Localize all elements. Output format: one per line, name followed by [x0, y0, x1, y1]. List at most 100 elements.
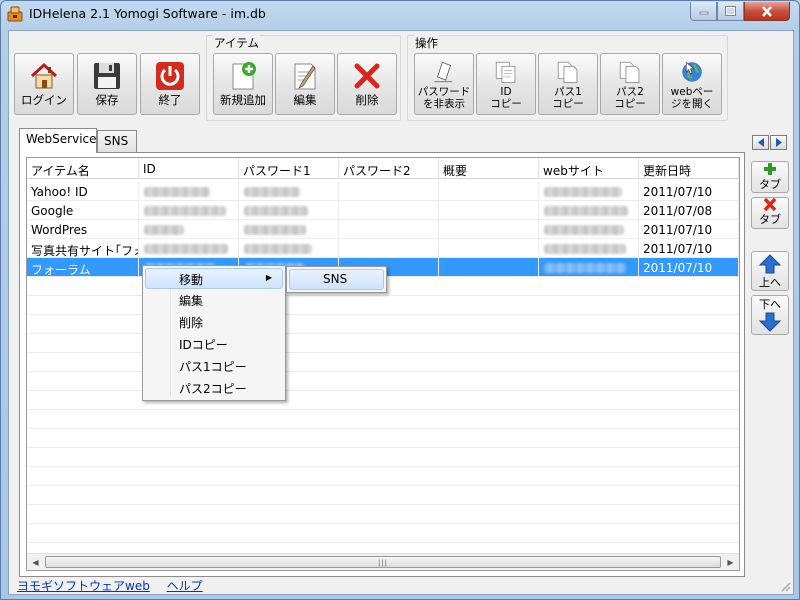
table-row[interactable]: Google 2011/07/08	[27, 201, 739, 220]
move-up-button[interactable]: 上へ	[751, 251, 789, 291]
maximize-icon	[725, 6, 736, 16]
close-icon	[762, 5, 772, 17]
cell-website	[539, 258, 639, 277]
arrow-left-icon	[757, 138, 764, 147]
cell-name: フォーラム	[27, 258, 139, 277]
horizontal-scrollbar[interactable]: ◀ ||| ▶	[27, 553, 739, 570]
column-header-name[interactable]: アイテム名	[27, 158, 139, 179]
cell-password1	[239, 220, 339, 239]
menu-item-copy-pass1[interactable]: パス1コピー	[145, 355, 283, 376]
copy-icon	[619, 61, 640, 83]
minimize-button[interactable]	[690, 2, 717, 21]
cell-password1	[239, 201, 339, 220]
table-row[interactable]: WordPres 2011/07/10	[27, 220, 739, 239]
remove-tab-button[interactable]: タブ	[751, 197, 789, 229]
resize-grip-icon[interactable]	[779, 580, 791, 592]
cell-summary	[439, 201, 539, 220]
empty-row	[27, 524, 739, 543]
edit-label: 編集	[293, 93, 317, 107]
menu-item-edit[interactable]: 編集	[145, 289, 283, 310]
copy-pass2-label: パス2 コピー	[614, 86, 646, 110]
tab-scroll-left-button[interactable]	[752, 135, 769, 150]
tab-sns[interactable]: SNS	[97, 130, 137, 152]
menu-item-copy-pass2[interactable]: パス2コピー	[145, 377, 283, 398]
table-row[interactable]: 写真共有サイト｢フォ… 2011/07/10	[27, 239, 739, 258]
delete-label: 削除	[355, 93, 379, 107]
submenu-item-sns[interactable]: SNS	[289, 269, 384, 290]
empty-row	[27, 505, 739, 524]
tab-panel: アイテム名 ID パスワード1 パスワード2 概要 webサイト 更新日時 Ya…	[19, 152, 745, 577]
maximize-button[interactable]	[717, 2, 744, 21]
plus-icon	[764, 163, 776, 175]
item-grid[interactable]: アイテム名 ID パスワード1 パスワード2 概要 webサイト 更新日時 Ya…	[26, 157, 740, 571]
tab-webservice[interactable]: WebService	[19, 128, 97, 153]
title-bar[interactable]: IDHelena 2.1 Yomogi Software - im.db	[1, 1, 799, 27]
yomogi-web-link[interactable]: ヨモギソフトウェアweb	[17, 579, 150, 593]
item-group-label: アイテム	[213, 35, 260, 51]
copy-id-button[interactable]: ID コピー	[476, 53, 536, 115]
globe-icon	[682, 61, 702, 82]
copy-pass1-label: パス1 コピー	[552, 86, 584, 110]
login-button[interactable]: ログイン	[14, 53, 74, 115]
help-link[interactable]: ヘルプ	[167, 579, 203, 593]
menu-item-move[interactable]: 移動 ▶	[145, 268, 283, 289]
scroll-thumb[interactable]: |||	[45, 556, 721, 568]
cell-password2	[339, 239, 439, 258]
tab-scroll-right-button[interactable]	[770, 135, 787, 150]
arrow-up-icon	[759, 254, 781, 274]
cell-name: Google	[27, 201, 139, 220]
empty-row	[27, 372, 739, 391]
minimize-icon	[699, 11, 708, 15]
copy-pass2-button[interactable]: パス2 コピー	[600, 53, 660, 115]
exit-label: 終了	[158, 93, 182, 107]
move-submenu: SNS	[286, 266, 387, 293]
menu-item-copy-id[interactable]: IDコピー	[145, 333, 283, 354]
cell-summary	[439, 239, 539, 258]
new-item-label: 新規追加	[220, 93, 266, 107]
menu-item-delete[interactable]: 削除	[145, 311, 283, 332]
delete-button[interactable]: 削除	[337, 53, 397, 115]
edit-button[interactable]: 編集	[275, 53, 335, 115]
column-header-summary[interactable]: 概要	[439, 158, 539, 179]
add-tab-button[interactable]: タブ	[751, 161, 789, 193]
remove-x-icon	[763, 198, 777, 211]
column-header-updated[interactable]: 更新日時	[639, 158, 739, 179]
empty-row	[27, 296, 739, 315]
column-header-id[interactable]: ID	[139, 158, 239, 179]
grid-header: アイテム名 ID パスワード1 パスワード2 概要 webサイト 更新日時	[27, 158, 739, 179]
cell-summary	[439, 220, 539, 239]
empty-row	[27, 467, 739, 486]
open-webpage-button[interactable]: webペー ジを開く	[662, 53, 722, 115]
new-item-button[interactable]: 新規追加	[213, 53, 273, 115]
save-button[interactable]: 保存	[77, 53, 137, 115]
eraser-icon	[434, 61, 453, 83]
table-row[interactable]: Yahoo! ID 2011/07/10	[27, 182, 739, 201]
cell-password2	[339, 201, 439, 220]
cell-updated: 2011/07/10	[639, 258, 739, 277]
cell-password1	[239, 239, 339, 258]
column-header-password1[interactable]: パスワード1	[239, 158, 339, 179]
close-button[interactable]	[744, 2, 790, 21]
app-icon	[7, 6, 23, 22]
move-down-button[interactable]: 下へ	[751, 295, 789, 335]
login-label: ログイン	[21, 93, 67, 107]
exit-button[interactable]: 終了	[140, 53, 200, 115]
empty-row	[27, 448, 739, 467]
column-header-website[interactable]: webサイト	[539, 158, 639, 179]
cell-password1	[239, 182, 339, 201]
cell-password2	[339, 220, 439, 239]
scroll-right-arrow-icon[interactable]: ▶	[722, 554, 739, 570]
copy-pass1-button[interactable]: パス1 コピー	[538, 53, 598, 115]
empty-row	[27, 353, 739, 372]
operations-group-label: 操作	[414, 35, 439, 51]
cell-updated: 2011/07/10	[639, 239, 739, 258]
scroll-left-arrow-icon[interactable]: ◀	[27, 554, 44, 570]
open-webpage-label: webペー ジを開く	[670, 86, 714, 110]
empty-row	[27, 429, 739, 448]
scroll-grip-icon: |||	[377, 559, 389, 567]
hide-password-button[interactable]: パスワード を非表示	[414, 53, 474, 115]
cell-summary	[439, 182, 539, 201]
column-header-password2[interactable]: パスワード2	[339, 158, 439, 179]
copy-icon	[557, 61, 578, 83]
empty-row	[27, 391, 739, 410]
